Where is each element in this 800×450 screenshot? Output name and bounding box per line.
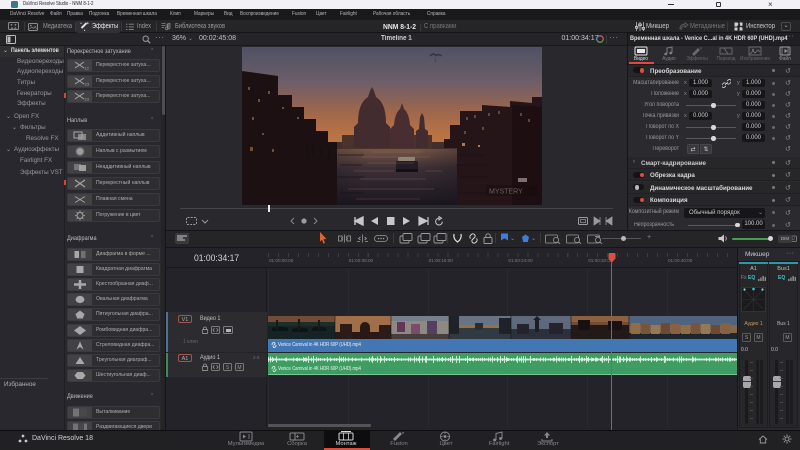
- svg-text:12: 12: [85, 66, 90, 71]
- svg-text:23: 23: [85, 81, 90, 86]
- svg-text:23: 23: [85, 97, 90, 102]
- svg-text:MYSTERY: MYSTERY: [489, 189, 523, 196]
